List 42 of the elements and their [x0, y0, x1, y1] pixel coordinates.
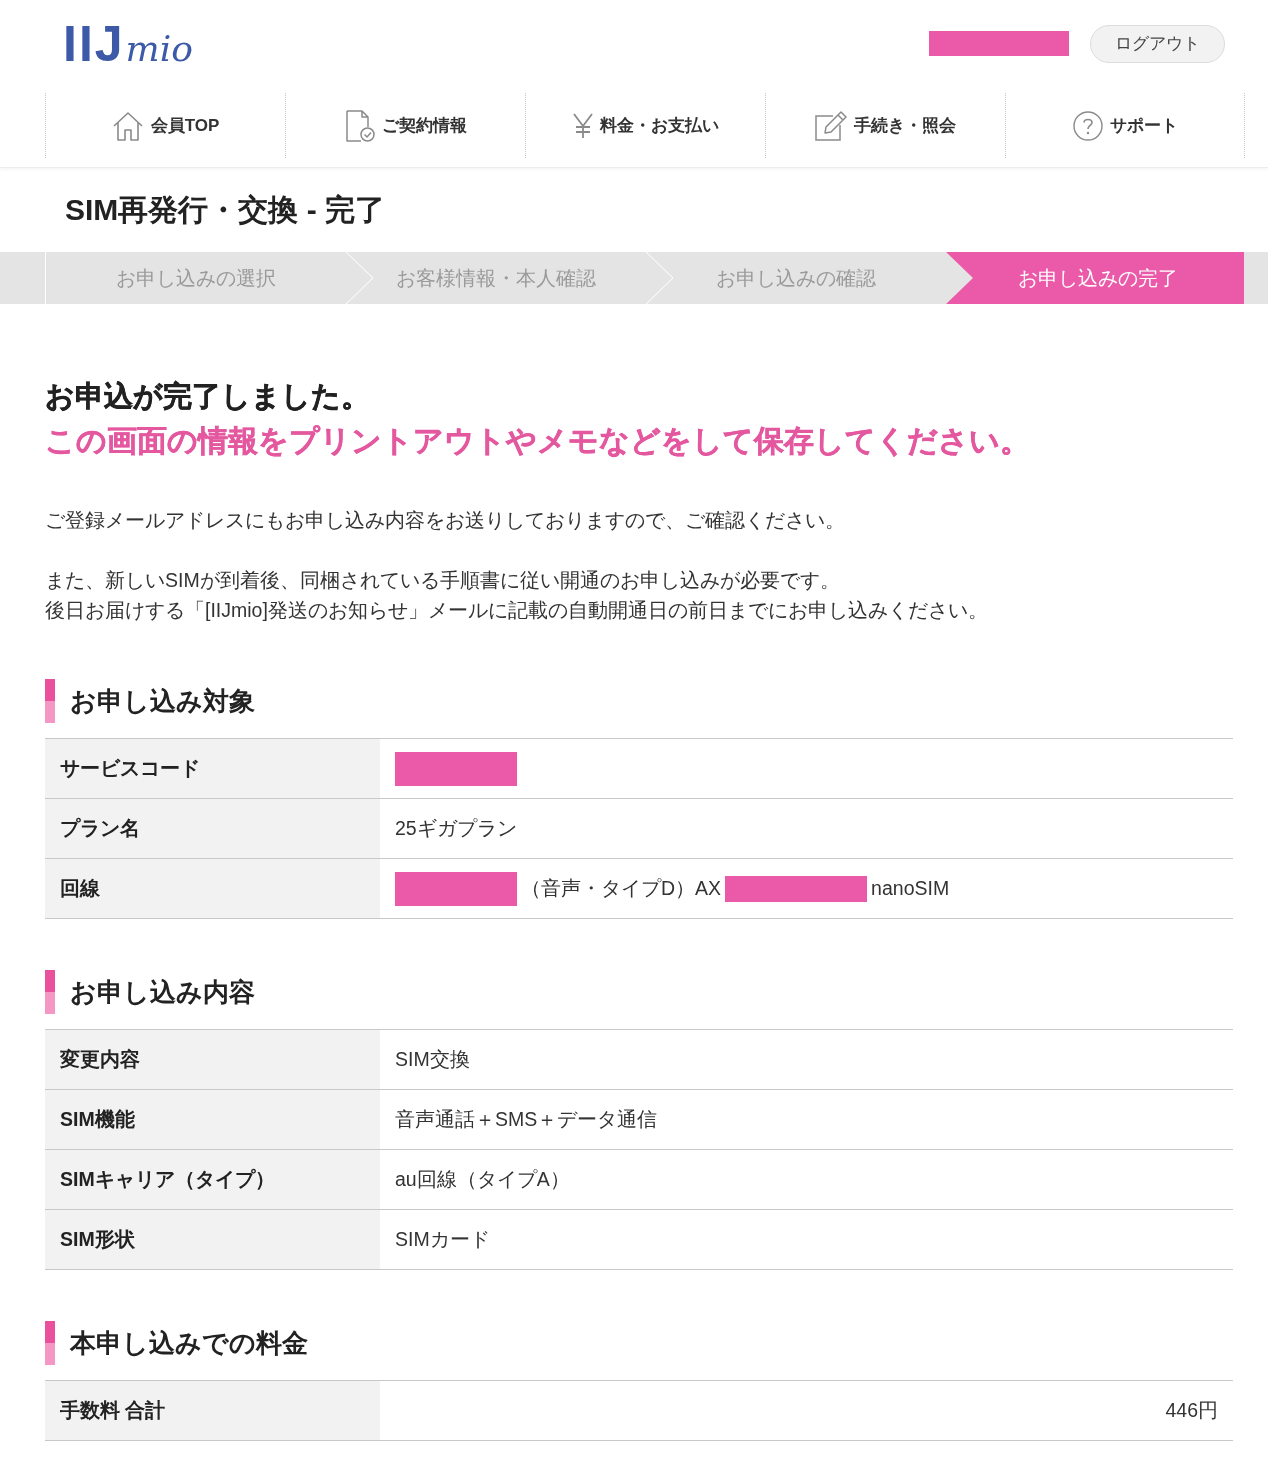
home-icon	[111, 110, 144, 141]
nav-link[interactable]: 会員TOP	[45, 93, 285, 158]
section-title: 本申し込みでの料金	[70, 1327, 308, 1359]
document-check-icon	[344, 109, 375, 142]
nav-link[interactable]: サポート	[1005, 93, 1245, 158]
logo[interactable]: IIJ mio	[63, 18, 193, 69]
row-value: 25ギガプラン	[395, 816, 517, 841]
note-text: ご登録メールアドレスにもお申し込み内容をお送りしておりますので、ご確認ください。	[45, 508, 846, 533]
row-label: サービスコード	[45, 738, 380, 799]
note-text: また、新しいSIMが到着後、同梱されている手順書に従い開通のお申し込みが必要です。	[45, 568, 841, 593]
logout-button[interactable]: ログアウト	[1090, 24, 1225, 63]
row-value: SIM交換	[395, 1047, 470, 1072]
row-label: プラン名	[45, 798, 380, 859]
page-title: SIM再発行・交換 - 完了	[65, 191, 385, 228]
row-value: （音声・タイプD）AX	[521, 876, 722, 901]
row-value: 音声通話＋SMS＋データ通信	[395, 1107, 658, 1132]
completion-heading: お申込が完了しました。	[45, 379, 371, 414]
row-label: SIMキャリア（タイプ）	[45, 1149, 380, 1210]
yen-icon	[572, 112, 593, 139]
row-label: 変更内容	[45, 1029, 380, 1090]
accent-bar-icon	[45, 679, 55, 723]
nav-link[interactable]: 料金・お支払い	[525, 93, 765, 158]
row-label: 手数料 合計	[45, 1380, 380, 1441]
row-value: SIMカード	[395, 1227, 490, 1252]
row-label: 回線	[45, 858, 380, 919]
pencil-square-icon	[815, 110, 847, 141]
save-notice: この画面の情報をプリントアウトやメモなどをして保存してください。	[45, 423, 1031, 459]
progress-step: お申し込みの完了	[946, 252, 1244, 304]
nav-link[interactable]: ご契約情報	[285, 93, 525, 158]
section-title: お申し込み内容	[70, 976, 255, 1008]
accent-bar-icon	[45, 970, 55, 1014]
nav-link[interactable]: 手続き・照会	[765, 93, 1005, 158]
progress-step: お申し込みの選択	[46, 252, 346, 304]
row-value: nanoSIM	[871, 877, 950, 900]
section-title: お申し込み対象	[70, 685, 255, 717]
accent-bar-icon	[45, 1321, 55, 1365]
help-icon	[1072, 110, 1103, 141]
note-text: 後日お届けする「[IIJmio]発送のお知らせ」メールに記載の自動開通日の前日までにお申し込みください。	[45, 598, 989, 623]
row-value: 446円	[1165, 1398, 1218, 1423]
row-label: SIM形状	[45, 1209, 380, 1270]
row-value: au回線（タイプA）	[395, 1167, 570, 1192]
row-label: SIM機能	[45, 1089, 380, 1150]
